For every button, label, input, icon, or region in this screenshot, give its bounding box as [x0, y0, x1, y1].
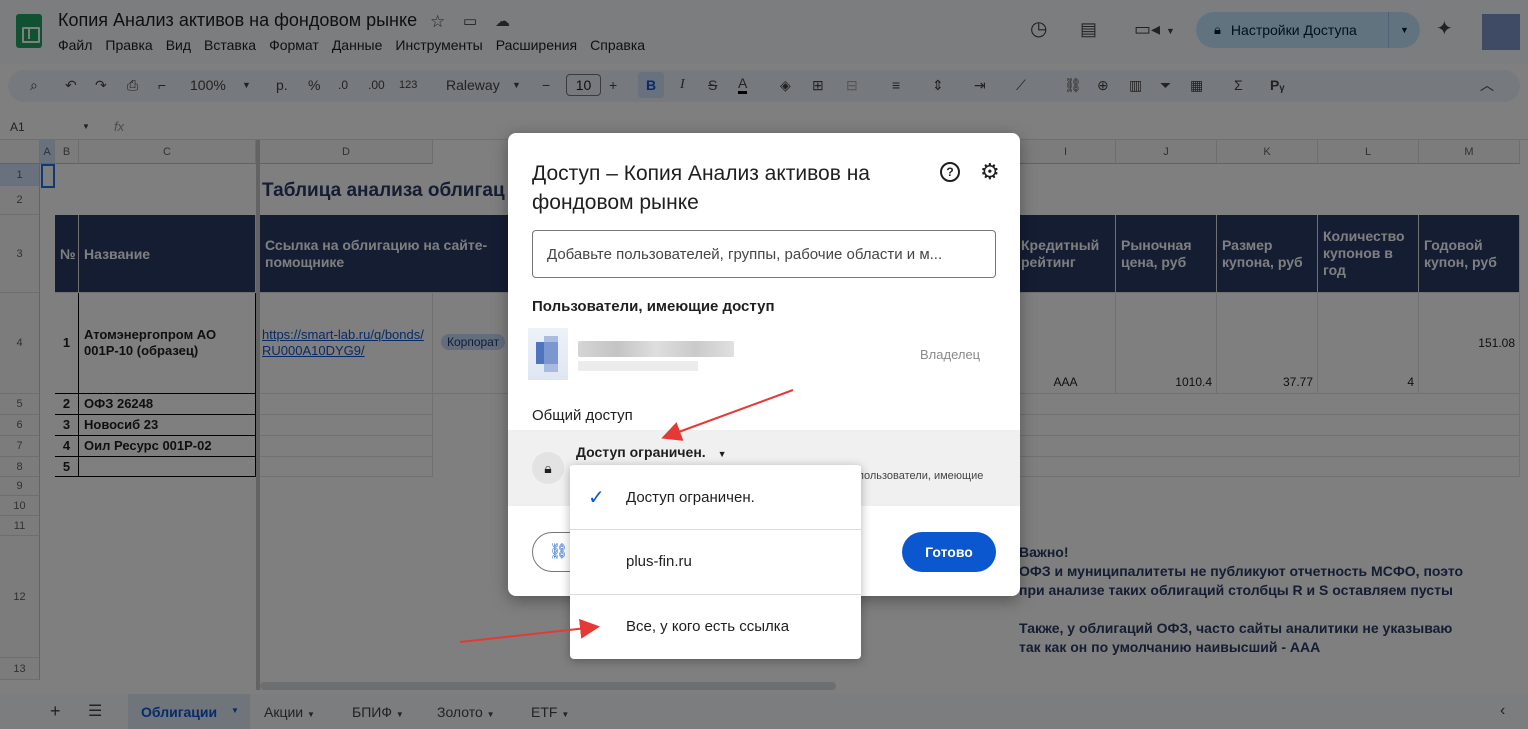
arrow-to-access-select — [661, 389, 794, 441]
annotation-arrows — [459, 389, 794, 643]
arrow-to-anyone-option — [459, 618, 600, 643]
